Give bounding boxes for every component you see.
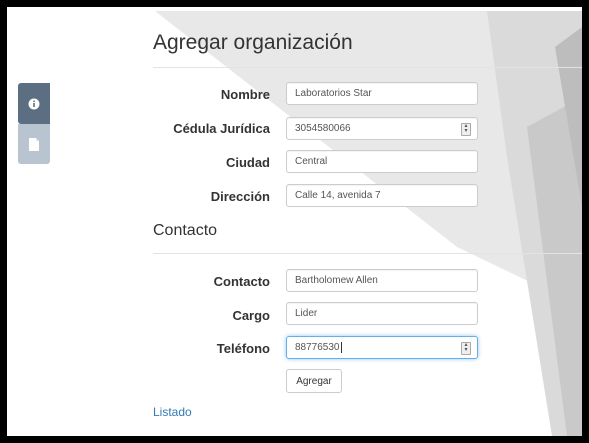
agregar-button[interactable]: Agregar xyxy=(286,369,342,393)
contact-section-title: Contacto xyxy=(153,222,218,239)
direccion-field[interactable]: Calle 14, avenida 7 xyxy=(286,184,478,207)
nombre-field[interactable]: Laboratorios Star xyxy=(286,82,478,105)
contacto-value: Bartholomew Allen xyxy=(295,275,378,286)
ciudad-label: Ciudad xyxy=(225,155,270,170)
telefono-field[interactable]: 88776530 ▴ ▾ xyxy=(286,336,478,359)
sidebar-tab-document[interactable] xyxy=(18,124,50,164)
telefono-spinner[interactable]: ▴ ▾ xyxy=(461,342,471,355)
info-icon xyxy=(28,98,40,109)
cargo-field[interactable]: Lider xyxy=(286,302,478,325)
listado-link[interactable]: Listado xyxy=(153,405,192,419)
cedula-field[interactable]: 3054580066 ▴ ▾ xyxy=(286,117,478,140)
cedula-label: Cédula Jurídica xyxy=(173,121,270,136)
cargo-label: Cargo xyxy=(232,308,270,323)
contacto-field[interactable]: Bartholomew Allen xyxy=(286,269,478,292)
document-icon xyxy=(29,137,39,151)
cedula-value: 3054580066 xyxy=(295,123,351,134)
cedula-spinner[interactable]: ▴ ▾ xyxy=(461,123,471,136)
direccion-label: Dirección xyxy=(210,189,270,204)
contact-divider xyxy=(153,253,582,254)
direccion-value: Calle 14, avenida 7 xyxy=(295,190,381,201)
telefono-label: Teléfono xyxy=(216,341,270,356)
title-divider xyxy=(153,67,582,68)
text-cursor xyxy=(340,342,342,353)
nombre-value: Laboratorios Star xyxy=(295,88,372,99)
cargo-value: Lider xyxy=(295,308,318,319)
contacto-label: Contacto xyxy=(213,274,270,289)
nombre-label: Nombre xyxy=(220,87,270,102)
ciudad-field[interactable]: Central xyxy=(286,150,478,173)
main-window: Agregar organización Nombre Laboratorios… xyxy=(7,7,582,436)
telefono-value: 88776530 xyxy=(295,342,340,353)
sidebar-tab-info[interactable] xyxy=(18,83,50,124)
page-title: Agregar organización xyxy=(153,31,353,54)
ciudad-value: Central xyxy=(295,156,328,167)
